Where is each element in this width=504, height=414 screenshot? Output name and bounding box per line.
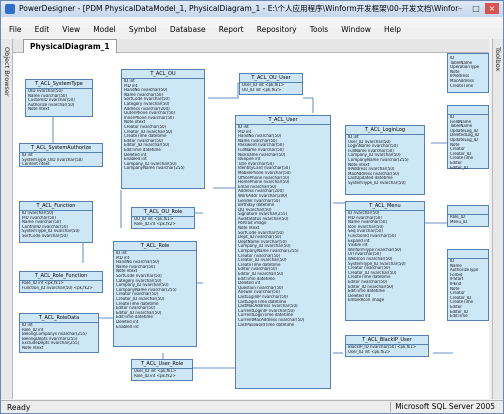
table-partial-right-4[interactable]: ID Name AuthorizeType Forbid IPStart IPE…: [447, 249, 489, 321]
table-row: CompanyName nvarchar(255): [124, 166, 185, 171]
menu-bar: File Edit View Model Symbol Database Rep…: [1, 17, 503, 34]
document-tab-bar: PhysicalDiagram_1: [13, 39, 489, 53]
diagram-canvas[interactable]: T_ACL_SystemType OID nvarchar(50) Name n…: [13, 53, 489, 399]
table-title: [448, 250, 488, 259]
table-t-acl-systemtype[interactable]: T_ACL_SystemType OID nvarchar(50) Name n…: [25, 79, 93, 117]
menu-view[interactable]: View: [62, 24, 80, 35]
menu-model[interactable]: Model: [93, 24, 116, 35]
table-row: User_ID int <pk,fk2>: [348, 349, 391, 354]
table-row: Menu_ID: [450, 219, 468, 224]
minimize-button[interactable]: –: [453, 3, 467, 14]
table-row: SortCode nvarchar(50): [22, 233, 68, 238]
table-row: Enabled int: [116, 324, 139, 329]
table-title: T_ACL_Role_Function: [20, 272, 102, 281]
table-row: OU_ID int <pk,fk2>: [242, 87, 282, 92]
table-title: T_ACL_Role: [114, 242, 196, 251]
table-row: LastPasswordTime datetime: [238, 322, 295, 327]
table-title: T_ACL_Menu: [346, 202, 424, 211]
table-row: SystemType_ID nvarchar(50): [348, 180, 406, 185]
table-t-acl-loginlog[interactable]: T_ACL_LoginLog ID int User_ID nvarchar(5…: [345, 125, 425, 195]
object-browser-label[interactable]: Object Browser: [3, 47, 11, 97]
menu-symbol[interactable]: Symbol: [129, 24, 157, 35]
table-t-acl-blackip-user[interactable]: T_ACL_BlackIP_User BlackIP_ID nvarchar(5…: [345, 335, 429, 357]
table-row: Note ntext: [28, 107, 50, 112]
status-text: Ready: [7, 403, 31, 412]
table-row: Content ntext: [22, 162, 50, 167]
toolbox-panel[interactable]: Toolbox: [492, 39, 503, 399]
table-title: T_ACL_SystemAuthorize: [20, 144, 102, 153]
table-t-acl-ou-role[interactable]: T_ACL_OU_Role OU_ID int <pk,fk1> Role_ID…: [131, 207, 195, 229]
table-row: Role_ID int <pk,fk2>: [134, 373, 176, 378]
menu-help[interactable]: Help: [384, 24, 401, 35]
table-t-acl-user-role[interactable]: T_ACL_User_Role User_ID int <pk,fk1> Rol…: [131, 359, 193, 381]
menu-window[interactable]: Window: [341, 24, 371, 35]
table-t-acl-function[interactable]: T_ACL_Function ID nvarchar(50) PID nvarc…: [19, 201, 93, 243]
menu-file[interactable]: File: [9, 24, 22, 35]
table-t-acl-ou-user[interactable]: T_ACL_OU_User User_ID int <pk,fk1> OU_ID…: [239, 73, 303, 95]
window-title: PowerDesigner - [PDM PhysicalDataModel_1…: [19, 4, 459, 13]
table-title: T_ACL_Function: [20, 202, 92, 211]
menu-report[interactable]: Report: [219, 24, 244, 35]
table-t-acl-role[interactable]: T_ACL_Role ID int PID int HandNo nvarcha…: [113, 241, 197, 347]
powerdesigner-window: PowerDesigner - [PDM PhysicalDataModel_1…: [0, 0, 504, 414]
table-t-acl-role-function[interactable]: T_ACL_Role_Function Role_ID int <pk,fk1>…: [19, 271, 103, 293]
menu-database[interactable]: Database: [170, 24, 206, 35]
table-title: T_ACL_OU_User: [240, 74, 302, 83]
table-row: Function_ID nvarchar(50) <pk,fk2>: [22, 285, 93, 290]
table-title: T_ACL_RoleData: [20, 314, 98, 323]
table-t-acl-user[interactable]: T_ACL_User ID int PID int HandNo nvarcha…: [235, 115, 331, 389]
table-title: [448, 106, 488, 115]
title-bar: PowerDesigner - [PDM PhysicalDataModel_1…: [1, 1, 503, 18]
table-title: T_ACL_OU_Role: [132, 208, 194, 217]
menu-tools[interactable]: Tools: [310, 24, 328, 35]
table-row: Note ntext: [22, 345, 44, 350]
app-icon: [5, 4, 15, 14]
table-title: T_ACL_BlackIP_User: [346, 336, 428, 345]
table-partial-top-right[interactable]: ID TableName OperationType Note IPAddres…: [447, 53, 489, 93]
dbms-indicator: Microsoft SQL Server 2005: [390, 402, 499, 412]
table-title: T_ACL_LoginLog: [346, 126, 424, 135]
table-row: Editor_ID: [450, 165, 469, 170]
table-row: EmbedIcon image: [348, 298, 385, 303]
table-partial-right-3[interactable]: Role_ID Menu_ID: [447, 205, 489, 227]
table-title: [448, 206, 488, 215]
tab-physical-diagram[interactable]: PhysicalDiagram_1: [23, 39, 117, 53]
table-t-acl-ou[interactable]: T_ACL_OU ID int PID int HandNo nvarchar(…: [121, 69, 205, 189]
table-title: T_ACL_SystemType: [26, 80, 92, 89]
table-row: CreateTime: [450, 83, 474, 88]
table-t-acl-systemauthorize[interactable]: T_ACL_SystemAuthorize ID int SystemType_…: [19, 143, 103, 167]
table-row: Role_ID int <pk,fk2>: [134, 221, 176, 226]
status-bar: Ready Microsoft SQL Server 2005: [1, 400, 503, 413]
maximize-button[interactable]: □: [469, 3, 483, 14]
object-browser-panel[interactable]: Object Browser: [1, 39, 13, 399]
table-t-acl-roledata[interactable]: T_ACL_RoleData ID int Role_ID int Belong…: [19, 313, 99, 353]
table-title: T_ACL_User: [236, 116, 330, 125]
menu-repository[interactable]: Repository: [257, 24, 297, 35]
table-title: T_ACL_User_Role: [132, 360, 192, 369]
close-button[interactable]: ×: [485, 3, 499, 14]
toolbox-label[interactable]: Toolbox: [494, 47, 502, 71]
menu-edit[interactable]: Edit: [35, 24, 50, 35]
table-partial-right-2[interactable]: ID FieldName TableName UpdateLog_ID Dele…: [447, 105, 489, 169]
table-title: T_ACL_OU: [122, 70, 204, 79]
table-row: EditTime: [450, 314, 468, 319]
table-t-acl-menu[interactable]: T_ACL_Menu ID nvarchar(50) PID nvarchar(…: [345, 201, 425, 321]
